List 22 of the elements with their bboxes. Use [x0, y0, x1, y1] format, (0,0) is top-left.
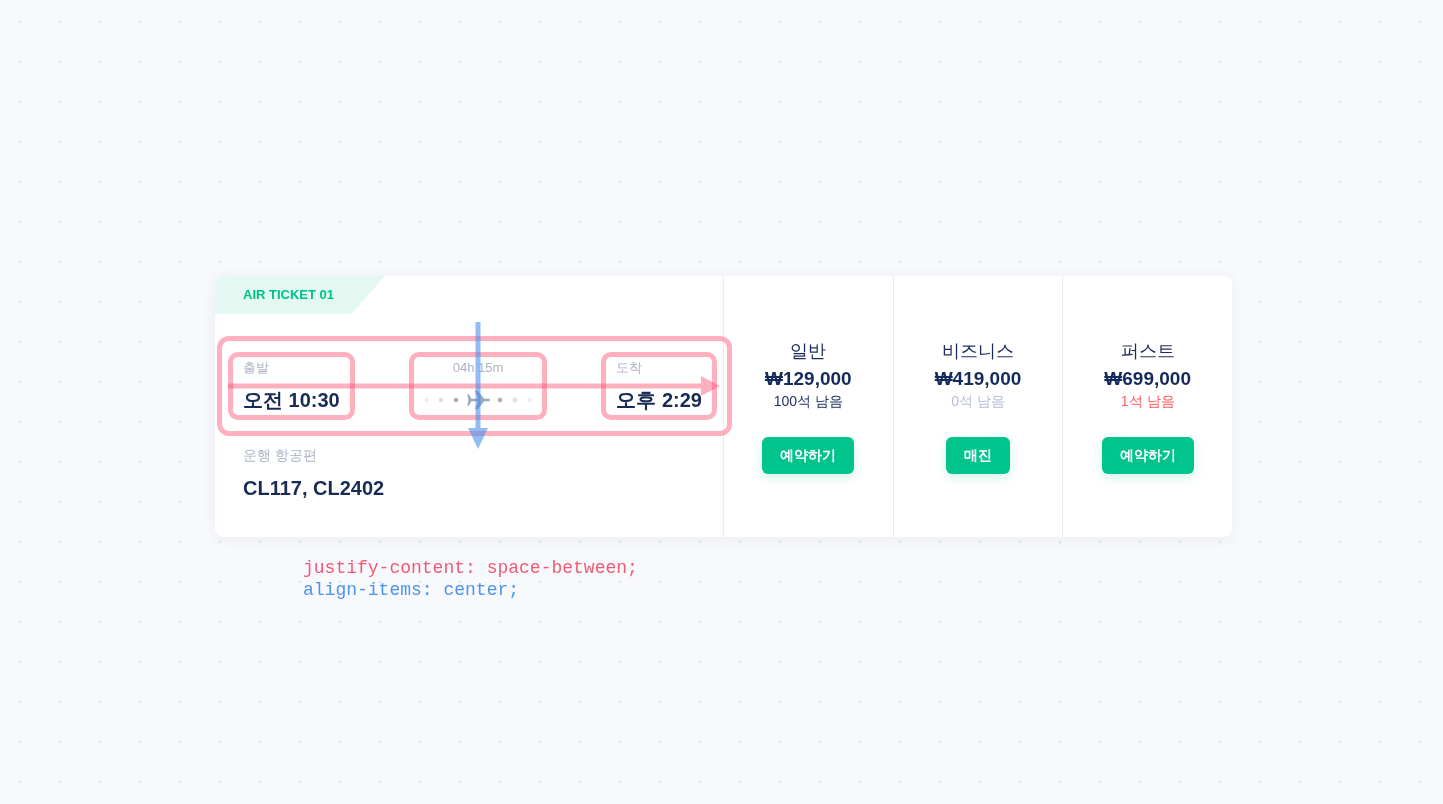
fare-price: ₩419,000	[934, 367, 1022, 391]
fare-class: 일반	[790, 340, 827, 363]
ticket-label: AIR TICKET 01	[215, 276, 385, 314]
fare-price: ₩129,000	[765, 367, 852, 391]
fare-class: 비즈니스	[942, 340, 1014, 363]
css-code-line: align-items: center;	[303, 579, 520, 601]
arrival-label: 도착	[616, 359, 643, 377]
seats-remaining: 0석 남음	[951, 392, 1005, 411]
flights-label: 운행 항공편	[243, 446, 317, 465]
flights-value: CL117, CL2402	[243, 476, 385, 501]
departure-time: 오전 10:30	[243, 388, 340, 413]
arrival-time: 오후 2:29	[616, 388, 702, 413]
fare-class: 퍼스트	[1120, 340, 1175, 363]
fare-button[interactable]: 매진	[946, 437, 1010, 474]
css-code-line: justify-content: space-between;	[303, 557, 638, 579]
seats-remaining: 1석 남음	[1120, 392, 1175, 411]
fare-button[interactable]: 예약하기	[1101, 437, 1194, 474]
plane-route-icon	[424, 390, 533, 410]
departure-label: 출발	[243, 359, 269, 377]
fare-price: ₩699,000	[1104, 367, 1191, 391]
seats-remaining: 100석 남음	[773, 392, 843, 411]
fare-button[interactable]: 예약하기	[762, 437, 855, 474]
